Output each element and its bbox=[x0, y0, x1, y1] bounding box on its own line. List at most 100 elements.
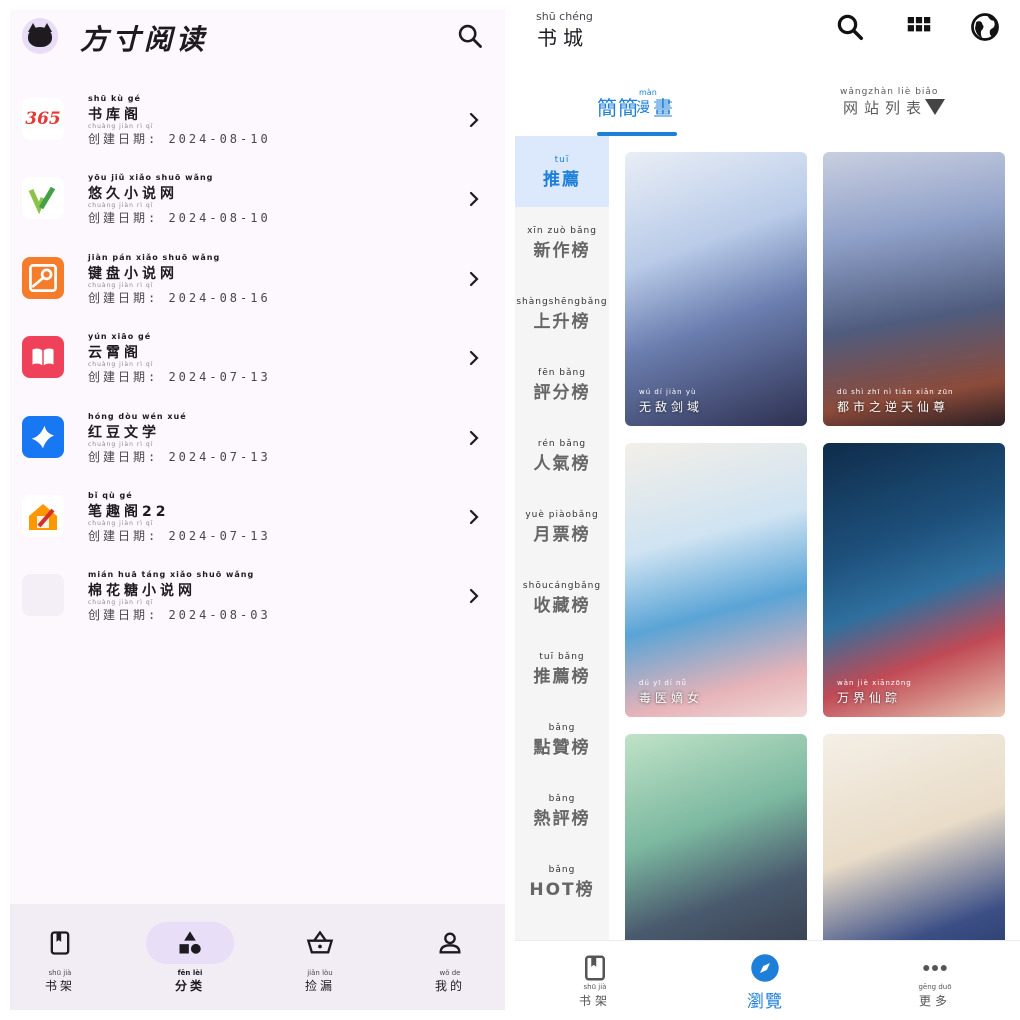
source-name: 红豆文学 bbox=[88, 424, 160, 441]
category-item[interactable]: bǎng 熱評榜 bbox=[515, 775, 609, 846]
source-created-date: 创建日期: 2024-08-10 bbox=[88, 132, 271, 146]
chevron-right-icon[interactable] bbox=[466, 507, 482, 527]
category-pinyin: shōucángbǎng bbox=[522, 581, 602, 591]
source-created-date: 创建日期: 2024-08-16 bbox=[88, 290, 271, 305]
source-list-item[interactable]: jiàn pán xiǎo shuō wǎng 键盘小说网 chuàng jià… bbox=[10, 239, 505, 318]
dropdown-arrow-icon[interactable] bbox=[925, 99, 945, 115]
category-label: 熱評榜 bbox=[533, 809, 591, 829]
source-date-pinyin: chuàng jiàn rì qī bbox=[88, 281, 154, 289]
comic-cover-image bbox=[625, 152, 807, 426]
bookstore-screen: shū chéng 书城 簡簡 màn 漫 畫 wǎngzhàn liè biǎ bbox=[515, 0, 1020, 1020]
source-list-item[interactable]: yōu jiǔ xiǎo shuō wǎng 悠久小说网 chuàng jiàn… bbox=[10, 159, 505, 238]
category-item[interactable]: tuī bǎng 推薦榜 bbox=[515, 633, 609, 704]
search-icon[interactable] bbox=[456, 22, 484, 50]
category-pinyin: bǎng bbox=[548, 794, 576, 804]
nav-label: 我的 bbox=[434, 979, 465, 993]
category-item[interactable]: bǎng HOT榜 bbox=[515, 846, 609, 917]
category-pinyin: yuè piàobǎng bbox=[525, 510, 599, 520]
category-item[interactable]: yuè piàobǎng 月票榜 bbox=[515, 491, 609, 562]
nav-item-compass[interactable]: 瀏覽 bbox=[705, 949, 825, 1019]
nav-item-book[interactable]: shū jià 书架 bbox=[535, 949, 655, 1019]
search-icon[interactable] bbox=[835, 12, 865, 42]
comic-cover-image bbox=[823, 734, 1005, 940]
nav-label-pinyin: wǒ de bbox=[439, 969, 461, 977]
comic-title-pinyin: wú dí jiàn yù bbox=[639, 388, 697, 396]
source-name: 云霄阁 bbox=[88, 345, 142, 362]
comic-title-pinyin: dú yī dí nǚ bbox=[639, 679, 687, 687]
tab-comics-label-small: 漫 bbox=[636, 100, 650, 116]
source-name-pinyin: yōu jiǔ xiǎo shuō wǎng bbox=[88, 173, 214, 183]
comic-card[interactable]: wàn jiè xiānzōng 万界仙踪 bbox=[823, 443, 1005, 717]
chevron-right-icon[interactable] bbox=[466, 586, 482, 606]
nav-item-more[interactable]: gēng duō 更多 bbox=[875, 949, 995, 1019]
source-list-item[interactable]: 365 shū kù gé 书库阁 chuàng jiàn rì qī 创建日期… bbox=[10, 80, 505, 159]
chevron-right-icon[interactable] bbox=[466, 110, 482, 130]
nav-label-pinyin: jiǎn lòu bbox=[307, 969, 333, 977]
source-name: 书库阁 bbox=[88, 107, 142, 123]
source-name: 棉花糖小说网 bbox=[88, 583, 196, 600]
source-created-date: 创建日期: 2024-08-03 bbox=[88, 608, 271, 623]
comic-title: 无敌剑域 bbox=[639, 400, 704, 414]
category-item[interactable]: tuī 推薦 bbox=[515, 136, 609, 207]
nav-label-pinyin: shū jià bbox=[583, 983, 607, 991]
category-item[interactable]: fēn bǎng 評分榜 bbox=[515, 349, 609, 420]
comic-cover-image bbox=[823, 443, 1005, 717]
top-app-bar: 方寸阅读 bbox=[10, 10, 505, 66]
comic-grid: wú dí jiàn yù 无敌剑域 dū shì zhī nì tiān xi… bbox=[609, 136, 1020, 940]
source-name: 键盘小说网 bbox=[88, 265, 178, 282]
comic-card[interactable]: dú yī dí nǚ 毒医嫡女 bbox=[625, 443, 807, 717]
chevron-right-icon[interactable] bbox=[466, 269, 482, 289]
source-list-item[interactable]: yún xiāo gé 云霄阁 chuàng jiàn rì qī 创建日期: … bbox=[10, 318, 505, 397]
category-item[interactable]: shàngshēngbǎng 上升榜 bbox=[515, 278, 609, 349]
source-list-item[interactable]: hóng dòu wén xué 红豆文学 chuàng jiàn rì qī … bbox=[10, 398, 505, 477]
chevron-right-icon[interactable] bbox=[466, 348, 482, 368]
source-name-pinyin: hóng dòu wén xué bbox=[88, 411, 187, 421]
source-created-date: 创建日期: 2024-07-13 bbox=[88, 528, 271, 543]
source-logo-icon: 365 bbox=[22, 98, 64, 140]
chevron-right-icon[interactable] bbox=[466, 428, 482, 448]
nav-label: 书架 bbox=[44, 979, 75, 993]
chevron-right-icon[interactable] bbox=[466, 189, 482, 209]
source-list-item[interactable]: mián huā táng xiǎo shuō wǎng 棉花糖小说网 chuà… bbox=[10, 556, 505, 635]
tab-site-list-pinyin: wǎngzhàn liè biǎo bbox=[840, 87, 939, 97]
source-name-pinyin: shū kù gé bbox=[88, 94, 141, 103]
source-list: 365 shū kù gé 书库阁 chuàng jiàn rì qī 创建日期… bbox=[10, 80, 505, 636]
globe-icon[interactable] bbox=[970, 12, 1000, 42]
source-date-pinyin: chuàng jiàn rì qī bbox=[88, 599, 154, 607]
category-label: 推薦榜 bbox=[533, 667, 591, 687]
comic-title-pinyin: dū shì zhī nì tiān xiān zūn bbox=[837, 388, 954, 396]
tab-comics-label: 簡簡 bbox=[597, 96, 639, 120]
category-pinyin: tuī bǎng bbox=[539, 652, 585, 662]
category-item[interactable]: rén bǎng 人氣榜 bbox=[515, 420, 609, 491]
comic-title: 毒医嫡女 bbox=[639, 691, 704, 705]
nav-label-pinyin: fēn lèi bbox=[177, 969, 203, 977]
source-list-item[interactable]: bǐ qù gé 笔趣阁22 chuàng jiàn rì qī 创建日期: 2… bbox=[10, 477, 505, 556]
comic-card[interactable] bbox=[823, 734, 1005, 940]
comic-card[interactable]: wú dí jiàn yù 无敌剑域 bbox=[625, 152, 807, 426]
nav-label: 捡漏 bbox=[304, 979, 335, 993]
grid-icon[interactable] bbox=[904, 12, 934, 42]
category-item[interactable]: bǎng 點贊榜 bbox=[515, 704, 609, 775]
nav-item-book[interactable]: shū jià 书架 bbox=[10, 922, 110, 1002]
compass-icon bbox=[750, 953, 780, 983]
nav-item-basket[interactable]: jiǎn lòu 捡漏 bbox=[270, 922, 370, 1002]
comic-title: 万界仙踪 bbox=[837, 691, 902, 705]
comic-card[interactable]: dū shì zhī nì tiān xiān zūn 都市之逆天仙尊 bbox=[823, 152, 1005, 426]
nav-label-pinyin: gēng duō bbox=[918, 983, 952, 991]
comic-cover-image bbox=[823, 152, 1005, 426]
category-pinyin: bǎng bbox=[548, 865, 576, 875]
category-item[interactable]: xīn zuò bǎng 新作榜 bbox=[515, 207, 609, 278]
source-logo-icon bbox=[22, 494, 64, 537]
nav-item-shapes[interactable]: fēn lèi 分类 bbox=[140, 922, 240, 1002]
nav-item-person[interactable]: wǒ de 我的 bbox=[400, 922, 500, 1002]
book-icon bbox=[580, 953, 610, 983]
source-logo-icon bbox=[22, 574, 64, 617]
cat-avatar-icon[interactable] bbox=[22, 18, 58, 54]
source-logo-icon bbox=[22, 336, 64, 379]
category-item[interactable]: shōucángbǎng 收藏榜 bbox=[515, 562, 609, 633]
comic-title-pinyin: wàn jiè xiānzōng bbox=[837, 679, 912, 687]
book-icon bbox=[46, 929, 74, 957]
comic-card[interactable] bbox=[625, 734, 807, 940]
nav-label: 更多 bbox=[918, 994, 951, 1008]
comic-title: 都市之逆天仙尊 bbox=[837, 400, 950, 414]
